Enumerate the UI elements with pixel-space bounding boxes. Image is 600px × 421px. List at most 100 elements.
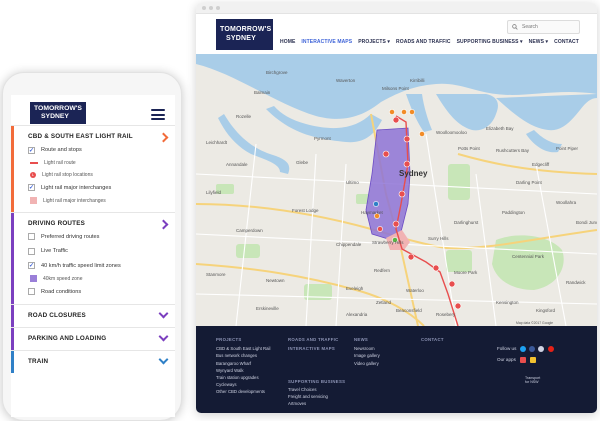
option-label: Live Traffic	[41, 248, 68, 255]
footer-link[interactable]: CBD & South East Light Rail	[216, 345, 270, 352]
our-apps: Our apps	[497, 357, 537, 363]
footer-contact-heading[interactable]: CONTACT	[421, 336, 444, 343]
footer-news-heading[interactable]: NEWS	[354, 336, 380, 343]
map-place-label: Eveleigh	[346, 286, 364, 291]
footer-link[interactable]: Image gallery	[354, 352, 380, 359]
option-road-conditions[interactable]: Road conditions	[28, 285, 169, 300]
nav-news[interactable]: NEWS ▾	[529, 39, 549, 45]
facebook-icon[interactable]	[528, 346, 535, 352]
map-place-label: Pyrmont	[314, 136, 332, 141]
nav-roads-and-traffic[interactable]: ROADS AND TRAFFIC	[396, 39, 451, 45]
footer-link[interactable]: Travel Choices	[288, 386, 345, 393]
map-place-label: Woolloomooloo	[436, 130, 467, 135]
site-logo[interactable]: TOMORROW'S SYDNEY	[216, 19, 273, 50]
map-place-label: Potts Point	[458, 146, 481, 151]
footer-link[interactable]: Freight and servicing	[288, 393, 345, 400]
search-box[interactable]: Search	[507, 20, 580, 34]
footer-link[interactable]: Wynyard Walk	[216, 367, 270, 374]
twitter-icon[interactable]	[519, 346, 526, 352]
section-color-bar	[11, 305, 14, 327]
option-interchanges[interactable]: ✓ Light rail major interchanges	[28, 181, 169, 196]
footer-link[interactable]: Train station upgrades	[216, 374, 270, 381]
desktop-browser-mockup: TOMORROW'S SYDNEY Search HOME INTERACTIV…	[196, 3, 597, 413]
map-place-label: Moore Park	[454, 270, 478, 275]
option-speed-zones[interactable]: ✓ 40 km/h traffic speed limit zones	[28, 259, 169, 274]
legend-speed-zone: 40km speed zone	[28, 273, 169, 285]
legend-route: Light rail route	[28, 158, 169, 170]
section-title[interactable]: CBD & South East Light Rail	[28, 131, 169, 143]
section-driving-routes: Driving routes Preferred driving routes …	[11, 211, 175, 304]
section-parking[interactable]: Parking and loading	[11, 327, 175, 350]
logo-line-1: TOMORROW'S	[220, 26, 272, 33]
option-label: Preferred driving routes	[41, 233, 100, 240]
option-preferred-routes[interactable]: Preferred driving routes	[28, 230, 169, 245]
checkbox-checked-icon[interactable]: ✓	[28, 184, 35, 192]
option-live-traffic[interactable]: Live Traffic	[28, 244, 169, 259]
page: TOMORROW'S SYDNEY Search HOME INTERACTIV…	[0, 0, 600, 421]
map-place-label: Erskineville	[256, 306, 279, 311]
map-place-label: Centennial Park	[512, 254, 545, 259]
app-icon[interactable]	[530, 357, 537, 363]
checkbox-icon[interactable]	[28, 288, 35, 296]
section-light-rail: CBD & South East Light Rail ✓ Route and s…	[11, 125, 175, 212]
footer-link[interactable]: Video gallery	[354, 360, 380, 367]
section-title[interactable]: Parking and loading	[28, 333, 169, 345]
footer-link[interactable]: Other CBD developments	[216, 388, 270, 395]
map-place-label: Alexandria	[346, 312, 368, 317]
checkbox-checked-icon[interactable]: ✓	[28, 146, 35, 154]
logo-line-2: SYDNEY	[226, 35, 256, 42]
checkbox-icon[interactable]	[28, 247, 35, 255]
interactive-map[interactable]: Sydney Birchgrove Balmain Rozelle Annandale…	[196, 54, 597, 326]
legend-label: Light rail route	[44, 160, 76, 167]
search-icon	[512, 24, 518, 30]
footer-link[interactable]: Newsroom	[354, 345, 380, 352]
section-title[interactable]: Driving routes	[28, 218, 169, 230]
hamburger-menu-icon[interactable]	[151, 109, 165, 120]
map-attribution: Map data ©2017 Google	[516, 321, 553, 325]
section-color-bar	[11, 351, 14, 373]
section-color-bar	[11, 328, 14, 350]
youtube-icon[interactable]	[547, 346, 554, 352]
nav-projects[interactable]: PROJECTS ▾	[358, 39, 390, 45]
section-title[interactable]: Road closures	[28, 310, 169, 322]
footer-link[interactable]: Cycleways	[216, 381, 270, 388]
search-placeholder: Search	[522, 24, 538, 30]
map-place-label: Rozelle	[236, 114, 252, 119]
footer-link[interactable]: Barangaroo Wharf	[216, 360, 270, 367]
map-city-label: Sydney	[399, 169, 428, 178]
nav-home[interactable]: HOME	[280, 39, 295, 45]
option-label: Route and stops	[41, 147, 82, 154]
app-icon[interactable]	[520, 357, 527, 363]
transport-nsw-logo[interactable]: Transport for NSW	[525, 376, 540, 385]
instagram-icon[interactable]	[538, 346, 545, 352]
option-label: Road conditions	[41, 288, 82, 295]
follow-us: Follow us	[497, 346, 554, 352]
footer-projects: PROJECTS CBD & South East Light Rail Bus…	[216, 336, 270, 396]
logo-line-2: SYDNEY	[41, 113, 69, 120]
checkbox-checked-icon[interactable]: ✓	[28, 262, 35, 270]
nav-contact[interactable]: CONTACT	[554, 39, 579, 45]
footer-projects-heading: PROJECTS	[216, 337, 242, 342]
nav-supporting-business[interactable]: SUPPORTING BUSINESS ▾	[457, 39, 523, 45]
map-place-label: Forest Lodge	[292, 208, 319, 213]
map-place-label: Rosebery	[436, 312, 456, 317]
footer-support-heading[interactable]: SUPPORTING BUSINESS	[288, 378, 345, 385]
option-route-and-stops[interactable]: ✓ Route and stops	[28, 143, 169, 158]
legend-label: Light rail stop locations	[42, 171, 93, 178]
map-place-label: Annandale	[226, 162, 248, 167]
map-place-label: Redfern	[374, 268, 391, 273]
checkbox-icon[interactable]	[28, 233, 35, 241]
map-canvas[interactable]: Sydney Birchgrove Balmain Rozelle Annandale…	[196, 54, 597, 326]
section-road-closures[interactable]: Road closures	[11, 304, 175, 327]
nav-interactive-maps[interactable]: INTERACTIVE MAPS	[301, 39, 352, 45]
section-title[interactable]: Train	[28, 356, 169, 368]
footer-maps-heading[interactable]: INTERACTIVE MAPS	[288, 345, 345, 352]
map-place-label: Stanmore	[206, 272, 226, 277]
mobile-logo[interactable]: TOMORROW'S SYDNEY	[30, 102, 86, 124]
map-place-label: Balmain	[254, 90, 271, 95]
footer-link[interactable]: Artmoves	[288, 400, 345, 407]
section-train[interactable]: Train	[11, 350, 175, 373]
our-apps-label: Our apps	[497, 357, 516, 363]
footer-roads-heading[interactable]: ROADS AND TRAFFIC	[288, 336, 345, 343]
footer-link[interactable]: Bus network changes	[216, 352, 270, 359]
